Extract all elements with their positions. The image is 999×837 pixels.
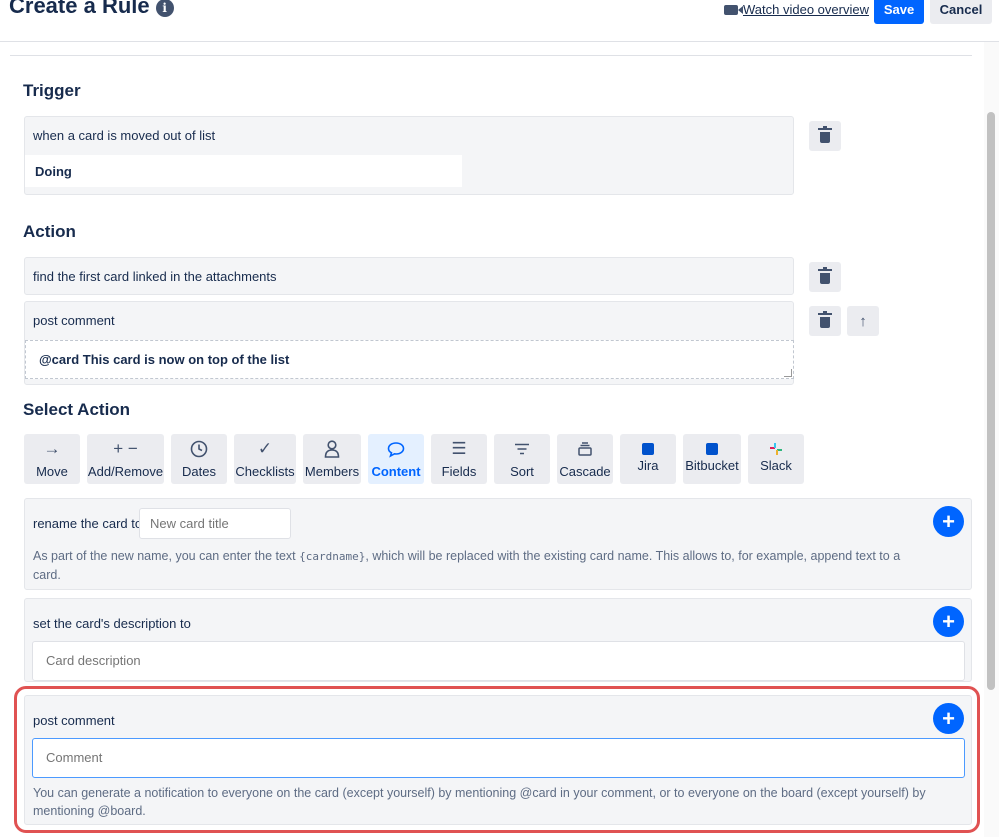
tile-move[interactable]: → Move	[24, 434, 80, 484]
tile-label: Dates	[182, 464, 216, 479]
add-rename-button[interactable]: +	[933, 506, 964, 537]
clock-icon	[171, 439, 227, 459]
option-rename: rename the card to As part of the new na…	[24, 498, 972, 590]
rename-help-code: {cardname}	[299, 550, 366, 563]
header: Create a Rule i Watch video overview Sav…	[0, 0, 999, 42]
action-item-text: find the first card linked in the attach…	[33, 269, 277, 284]
tile-label: Content	[371, 464, 421, 479]
tile-label: Cascade	[559, 464, 611, 479]
bitbucket-icon	[683, 439, 741, 459]
tile-add-remove[interactable]: + − Add/Remove	[87, 434, 164, 484]
tile-label: Sort	[510, 464, 534, 479]
tile-bitbucket[interactable]: Bitbucket	[683, 434, 741, 484]
arrow-right-icon: →	[43, 439, 61, 458]
plus-minus-icon: + −	[113, 439, 138, 458]
check-icon: ✓	[257, 439, 273, 458]
info-icon[interactable]: i	[155, 0, 174, 17]
trigger-text: when a card is moved out of list	[33, 128, 216, 143]
trigger-list-value[interactable]: Doing	[25, 155, 462, 187]
trash-icon	[818, 267, 832, 284]
trigger-box: when a card is moved out of list Doing	[24, 116, 794, 195]
cascade-icon	[557, 439, 613, 459]
rename-help-text: , which will be replaced with the existi…	[365, 549, 901, 563]
watch-video-label[interactable]: Watch video overview	[743, 2, 869, 17]
tile-label: Members	[304, 464, 360, 479]
delete-action-button[interactable]	[809, 262, 841, 292]
tile-slack[interactable]: Slack	[748, 434, 804, 484]
action-heading: Action	[23, 222, 76, 241]
highlight-outline	[14, 686, 980, 833]
tile-dates[interactable]: Dates	[171, 434, 227, 484]
tile-fields[interactable]: ☰ Fields	[431, 434, 487, 484]
person-icon	[303, 439, 361, 459]
add-description-button[interactable]: +	[933, 606, 964, 637]
tile-label: Fields	[441, 464, 477, 479]
save-button[interactable]: Save	[874, 0, 924, 24]
tile-label: Add/Remove	[87, 464, 164, 479]
tile-content[interactable]: Content	[368, 434, 424, 484]
action-item: find the first card linked in the attach…	[24, 257, 794, 295]
tile-label: Bitbucket	[685, 458, 739, 473]
watch-video-link[interactable]: Watch video overview	[724, 2, 869, 17]
resize-handle[interactable]	[784, 369, 792, 377]
divider	[10, 55, 972, 56]
tile-sort[interactable]: Sort	[494, 434, 550, 484]
page-title: Create a Rule i	[9, 0, 174, 19]
option-description: set the card's description to +	[24, 598, 972, 682]
rename-help-text: As part of the new name, you can enter t…	[33, 549, 300, 563]
description-label: set the card's description to	[33, 616, 191, 631]
tile-label: Jira	[637, 458, 659, 473]
tile-checklists[interactable]: ✓ Checklists	[234, 434, 296, 484]
tile-jira[interactable]: Jira	[620, 434, 676, 484]
action-item-text: post comment	[33, 313, 115, 328]
trigger-heading: Trigger	[23, 81, 81, 100]
cancel-button[interactable]: Cancel	[930, 0, 992, 24]
jira-icon	[620, 439, 676, 459]
trash-icon	[818, 311, 832, 328]
tile-cascade[interactable]: Cascade	[557, 434, 613, 484]
card-description-input[interactable]	[32, 641, 965, 681]
move-up-button[interactable]: ↑	[847, 306, 879, 336]
lines-icon: ☰	[451, 439, 467, 458]
arrow-up-icon: ↑	[859, 312, 867, 330]
tile-label: Move	[36, 464, 68, 479]
tile-members[interactable]: Members	[303, 434, 361, 484]
tile-label: Checklists	[235, 464, 295, 479]
scrollbar-thumb[interactable]	[987, 112, 995, 690]
speech-bubble-icon	[368, 439, 424, 459]
slack-icon	[748, 439, 804, 459]
rename-help-text: card.	[33, 568, 61, 582]
trash-icon	[818, 126, 832, 143]
video-camera-icon	[724, 4, 743, 15]
action-comment-value[interactable]: @card This card is now on top of the lis…	[25, 340, 794, 379]
rename-label: rename the card to	[33, 516, 143, 531]
select-action-heading: Select Action	[23, 400, 131, 419]
delete-trigger-button[interactable]	[809, 121, 841, 151]
rename-help: As part of the new name, you can enter t…	[33, 547, 933, 584]
tile-label: Slack	[760, 458, 792, 473]
new-card-title-input[interactable]	[139, 508, 291, 539]
action-item: post comment @card This card is now on t…	[24, 301, 794, 385]
delete-action-button[interactable]	[809, 306, 841, 336]
sort-icon	[494, 439, 550, 459]
page-title-text: Create a Rule	[9, 0, 150, 18]
